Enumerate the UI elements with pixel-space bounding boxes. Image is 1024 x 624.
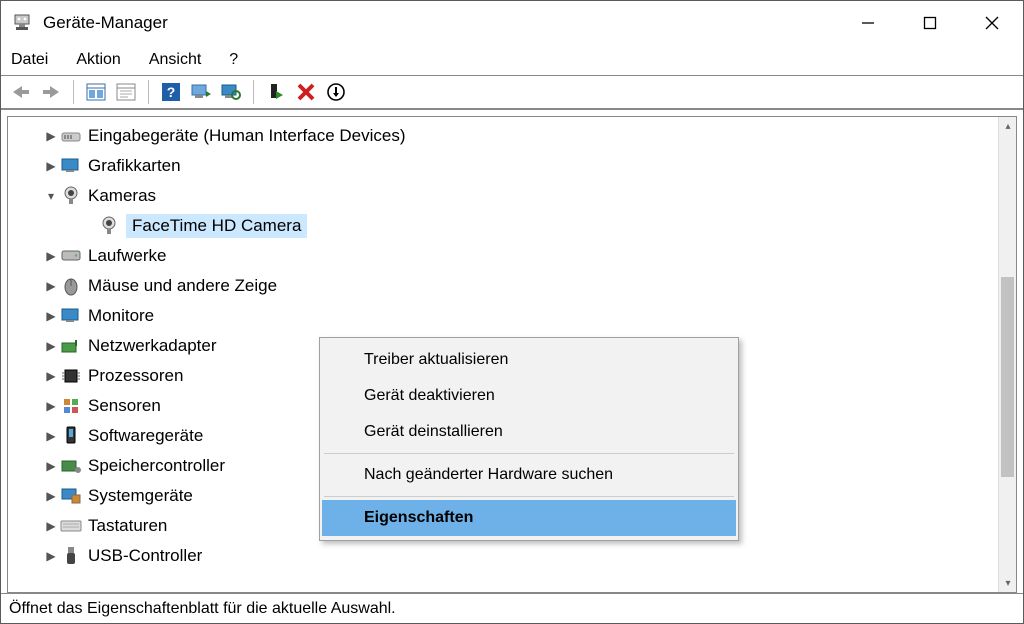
tree-item-label: Laufwerke bbox=[88, 246, 166, 266]
tree-item-hid[interactable]: ▶ Eingabegeräte (Human Interface Devices… bbox=[8, 121, 998, 151]
context-menu-scan-hardware[interactable]: Nach geänderter Hardware suchen bbox=[322, 457, 736, 493]
tree-item-label: Mäuse und andere Zeige bbox=[88, 276, 277, 296]
processor-icon bbox=[60, 367, 82, 385]
collapse-arrow-icon[interactable]: ▾ bbox=[42, 189, 60, 203]
tree-item-label: Softwaregeräte bbox=[88, 426, 203, 446]
maximize-button[interactable] bbox=[899, 1, 961, 45]
expand-arrow-icon[interactable]: ▶ bbox=[42, 399, 60, 413]
usb-icon bbox=[60, 546, 82, 566]
separator bbox=[73, 80, 74, 104]
expand-arrow-icon[interactable]: ▶ bbox=[42, 429, 60, 443]
tree-item-label: Netzwerkadapter bbox=[88, 336, 217, 356]
system-device-icon bbox=[60, 488, 82, 504]
disable-device-button[interactable] bbox=[324, 80, 348, 104]
hid-icon bbox=[60, 127, 82, 145]
scrollbar-thumb[interactable] bbox=[1001, 277, 1014, 477]
separator bbox=[148, 80, 149, 104]
update-driver-button[interactable] bbox=[219, 80, 243, 104]
tree-item-monitors[interactable]: ▶ Monitore bbox=[8, 301, 998, 331]
expand-arrow-icon[interactable]: ▶ bbox=[42, 279, 60, 293]
display-adapter-icon bbox=[60, 158, 82, 174]
show-hide-console-tree-button[interactable] bbox=[84, 80, 108, 104]
tree-item-label: FaceTime HD Camera bbox=[126, 214, 307, 238]
context-menu-update-driver[interactable]: Treiber aktualisieren bbox=[322, 342, 736, 378]
expand-arrow-icon[interactable]: ▶ bbox=[42, 159, 60, 173]
tree-item-label: Sensoren bbox=[88, 396, 161, 416]
expand-arrow-icon[interactable]: ▶ bbox=[42, 489, 60, 503]
expand-arrow-icon[interactable]: ▶ bbox=[42, 549, 60, 563]
expand-arrow-icon[interactable]: ▶ bbox=[42, 459, 60, 473]
expand-arrow-icon[interactable]: ▶ bbox=[42, 309, 60, 323]
properties-button[interactable] bbox=[114, 80, 138, 104]
tree-item-usb-controllers[interactable]: ▶ USB-Controller bbox=[8, 541, 998, 571]
statusbar: Öffnet das Eigenschaftenblatt für die ak… bbox=[1, 593, 1023, 623]
tree-item-label: Eingabegeräte (Human Interface Devices) bbox=[88, 126, 406, 146]
network-adapter-icon bbox=[60, 338, 82, 354]
context-menu-uninstall-device[interactable]: Gerät deinstallieren bbox=[322, 414, 736, 450]
menu-action[interactable]: Aktion bbox=[76, 51, 120, 69]
forward-button[interactable] bbox=[39, 80, 63, 104]
tree-item-label: Kameras bbox=[88, 186, 156, 206]
svg-text:?: ? bbox=[167, 84, 176, 100]
menu-help[interactable]: ? bbox=[229, 51, 238, 69]
tree-item-mice[interactable]: ▶ Mäuse und andere Zeige bbox=[8, 271, 998, 301]
content-area: FonePaw ▶ Eingabegeräte (Human Interface… bbox=[1, 109, 1023, 593]
software-device-icon bbox=[60, 426, 82, 446]
expand-arrow-icon[interactable]: ▶ bbox=[42, 129, 60, 143]
scroll-up-arrow-icon[interactable]: ▴ bbox=[999, 117, 1017, 135]
expand-arrow-icon[interactable]: ▶ bbox=[42, 249, 60, 263]
titlebar[interactable]: Geräte-Manager bbox=[1, 1, 1023, 45]
context-menu-properties[interactable]: Eigenschaften bbox=[322, 500, 736, 536]
tree-item-label: Monitore bbox=[88, 306, 154, 326]
tree-item-label: Prozessoren bbox=[88, 366, 183, 386]
context-menu-disable-device[interactable]: Gerät deaktivieren bbox=[322, 378, 736, 414]
tree-item-facetime-camera[interactable]: FaceTime HD Camera bbox=[8, 211, 998, 241]
tree-item-label: Grafikkarten bbox=[88, 156, 181, 176]
separator bbox=[324, 496, 734, 497]
toolbar: ? bbox=[1, 75, 1023, 109]
tree-item-label: Systemgeräte bbox=[88, 486, 193, 506]
camera-icon bbox=[60, 186, 82, 206]
menu-file[interactable]: Datei bbox=[11, 51, 48, 69]
enable-device-button[interactable] bbox=[264, 80, 288, 104]
menu-view[interactable]: Ansicht bbox=[149, 51, 201, 69]
help-button[interactable]: ? bbox=[159, 80, 183, 104]
back-button[interactable] bbox=[9, 80, 33, 104]
tree-item-label: USB-Controller bbox=[88, 546, 202, 566]
mouse-icon bbox=[60, 276, 82, 296]
close-button[interactable] bbox=[961, 1, 1023, 45]
monitor-icon bbox=[60, 308, 82, 324]
device-manager-window: Geräte-Manager Datei Aktion Ansicht ? ? … bbox=[0, 0, 1024, 624]
minimize-button[interactable] bbox=[837, 1, 899, 45]
scroll-down-arrow-icon[interactable]: ▾ bbox=[999, 574, 1017, 592]
separator bbox=[253, 80, 254, 104]
sensor-icon bbox=[60, 397, 82, 415]
expand-arrow-icon[interactable]: ▶ bbox=[42, 339, 60, 353]
separator bbox=[324, 453, 734, 454]
app-icon bbox=[11, 12, 33, 34]
disk-drive-icon bbox=[60, 249, 82, 263]
tree-item-cameras[interactable]: ▾ Kameras bbox=[8, 181, 998, 211]
storage-controller-icon bbox=[60, 458, 82, 474]
menubar: Datei Aktion Ansicht ? bbox=[1, 45, 1023, 75]
camera-icon bbox=[98, 216, 120, 236]
vertical-scrollbar[interactable]: ▴ ▾ bbox=[998, 117, 1016, 592]
context-menu: Treiber aktualisieren Gerät deaktivieren… bbox=[319, 337, 739, 541]
expand-arrow-icon[interactable]: ▶ bbox=[42, 369, 60, 383]
scan-hardware-button[interactable] bbox=[189, 80, 213, 104]
uninstall-device-button[interactable] bbox=[294, 80, 318, 104]
tree-item-disk-drives[interactable]: ▶ Laufwerke bbox=[8, 241, 998, 271]
window-title: Geräte-Manager bbox=[43, 13, 837, 33]
keyboard-icon bbox=[60, 519, 82, 533]
window-controls bbox=[837, 1, 1023, 45]
tree-item-label: Speichercontroller bbox=[88, 456, 225, 476]
expand-arrow-icon[interactable]: ▶ bbox=[42, 519, 60, 533]
statusbar-text: Öffnet das Eigenschaftenblatt für die ak… bbox=[9, 600, 396, 618]
tree-item-display-adapters[interactable]: ▶ Grafikkarten bbox=[8, 151, 998, 181]
tree-item-label: Tastaturen bbox=[88, 516, 167, 536]
